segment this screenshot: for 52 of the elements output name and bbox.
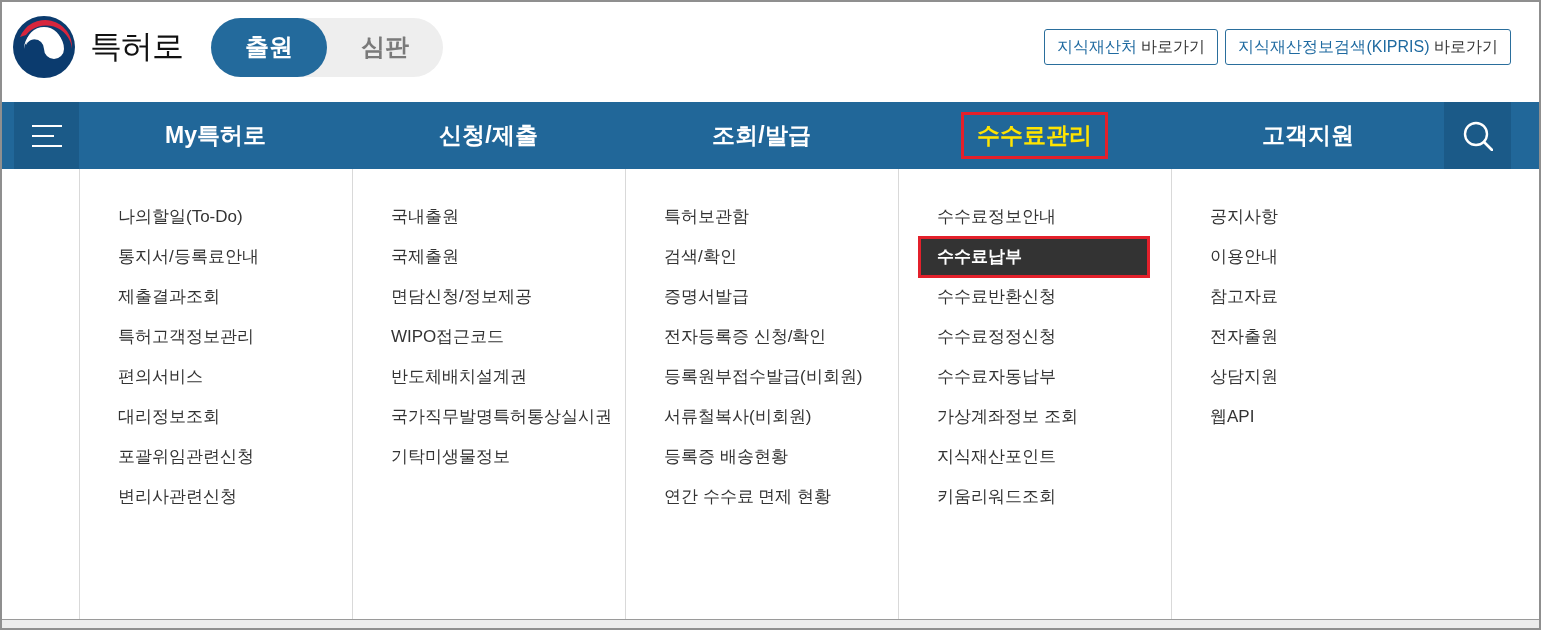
- menu-item[interactable]: 나의할일(To-Do): [102, 199, 328, 235]
- nav-item[interactable]: My특허로: [149, 112, 282, 159]
- menu-item[interactable]: 특허고객정보관리: [102, 319, 328, 355]
- search-button[interactable]: [1444, 102, 1511, 169]
- menu-item[interactable]: 수수료반환신청: [921, 279, 1147, 315]
- menu-item[interactable]: 공지사항: [1194, 199, 1420, 235]
- menu-item[interactable]: 통지서/등록료안내: [102, 239, 328, 275]
- menu-item[interactable]: 포괄위임관련신청: [102, 439, 328, 475]
- menu-item[interactable]: 연간 수수료 면제 현황: [648, 479, 874, 515]
- search-icon: [1462, 120, 1493, 151]
- menu-item[interactable]: 참고자료: [1194, 279, 1420, 315]
- menu-icon: [31, 124, 62, 147]
- menu-item[interactable]: 반도체배치설계권: [375, 359, 601, 395]
- menu-item[interactable]: 수수료납부: [918, 236, 1150, 278]
- menu-item[interactable]: 면담신청/정보제공: [375, 279, 601, 315]
- menu-item[interactable]: 지식재산포인트: [921, 439, 1147, 475]
- menu-item[interactable]: 기탁미생물정보: [375, 439, 601, 475]
- menu-item[interactable]: 키움리워드조회: [921, 479, 1147, 515]
- menu-item[interactable]: 제출결과조회: [102, 279, 328, 315]
- nav-item[interactable]: 신청/제출: [423, 112, 554, 159]
- nav-item[interactable]: 고객지원: [1245, 112, 1370, 159]
- menu-item[interactable]: 검색/확인: [648, 239, 874, 275]
- menu-item[interactable]: 상담지원: [1194, 359, 1420, 395]
- swirl-logo-icon: [12, 15, 76, 79]
- menu-item[interactable]: 가상계좌정보 조회: [921, 399, 1147, 435]
- menu-item[interactable]: 대리정보조회: [102, 399, 328, 435]
- menu-item[interactable]: 편의서비스: [102, 359, 328, 395]
- menu-item[interactable]: 전자출원: [1194, 319, 1420, 355]
- menu-item[interactable]: 웹API: [1194, 399, 1420, 435]
- menu-item[interactable]: 수수료정정신청: [921, 319, 1147, 355]
- menu-item[interactable]: 수수료정보안내: [921, 199, 1147, 235]
- menu-item[interactable]: 변리사관련신청: [102, 479, 328, 515]
- shortcut-link-button[interactable]: 지식재산정보검색(KIPRIS) 바로가기: [1225, 29, 1511, 65]
- menu-button[interactable]: [14, 102, 79, 169]
- mode-tab[interactable]: 출원: [211, 17, 327, 77]
- menu-item[interactable]: 서류철복사(비회원): [648, 399, 874, 435]
- menu-item[interactable]: 전자등록증 신청/확인: [648, 319, 874, 355]
- menu-item[interactable]: WIPO접근코드: [375, 319, 601, 355]
- menu-item[interactable]: 국가직무발명특허통상실시권: [375, 399, 622, 435]
- menu-item[interactable]: 등록원부접수발급(비회원): [648, 359, 874, 395]
- menu-item[interactable]: 증명서발급: [648, 279, 874, 315]
- nav-item[interactable]: 조회/발급: [696, 112, 827, 159]
- menu-item[interactable]: 국제출원: [375, 239, 601, 275]
- shortcut-link-button[interactable]: 지식재산처 바로가기: [1043, 29, 1219, 65]
- nav-item[interactable]: 수수료관리: [961, 112, 1108, 159]
- mode-tab[interactable]: 심판: [327, 17, 443, 77]
- logo-text: 특허로: [90, 27, 183, 66]
- menu-item[interactable]: 등록증 배송현황: [648, 439, 874, 475]
- menu-item[interactable]: 수수료자동납부: [921, 359, 1147, 395]
- menu-item[interactable]: 특허보관함: [648, 199, 874, 235]
- menu-item[interactable]: 이용안내: [1194, 239, 1420, 275]
- menu-item[interactable]: 국내출원: [375, 199, 601, 235]
